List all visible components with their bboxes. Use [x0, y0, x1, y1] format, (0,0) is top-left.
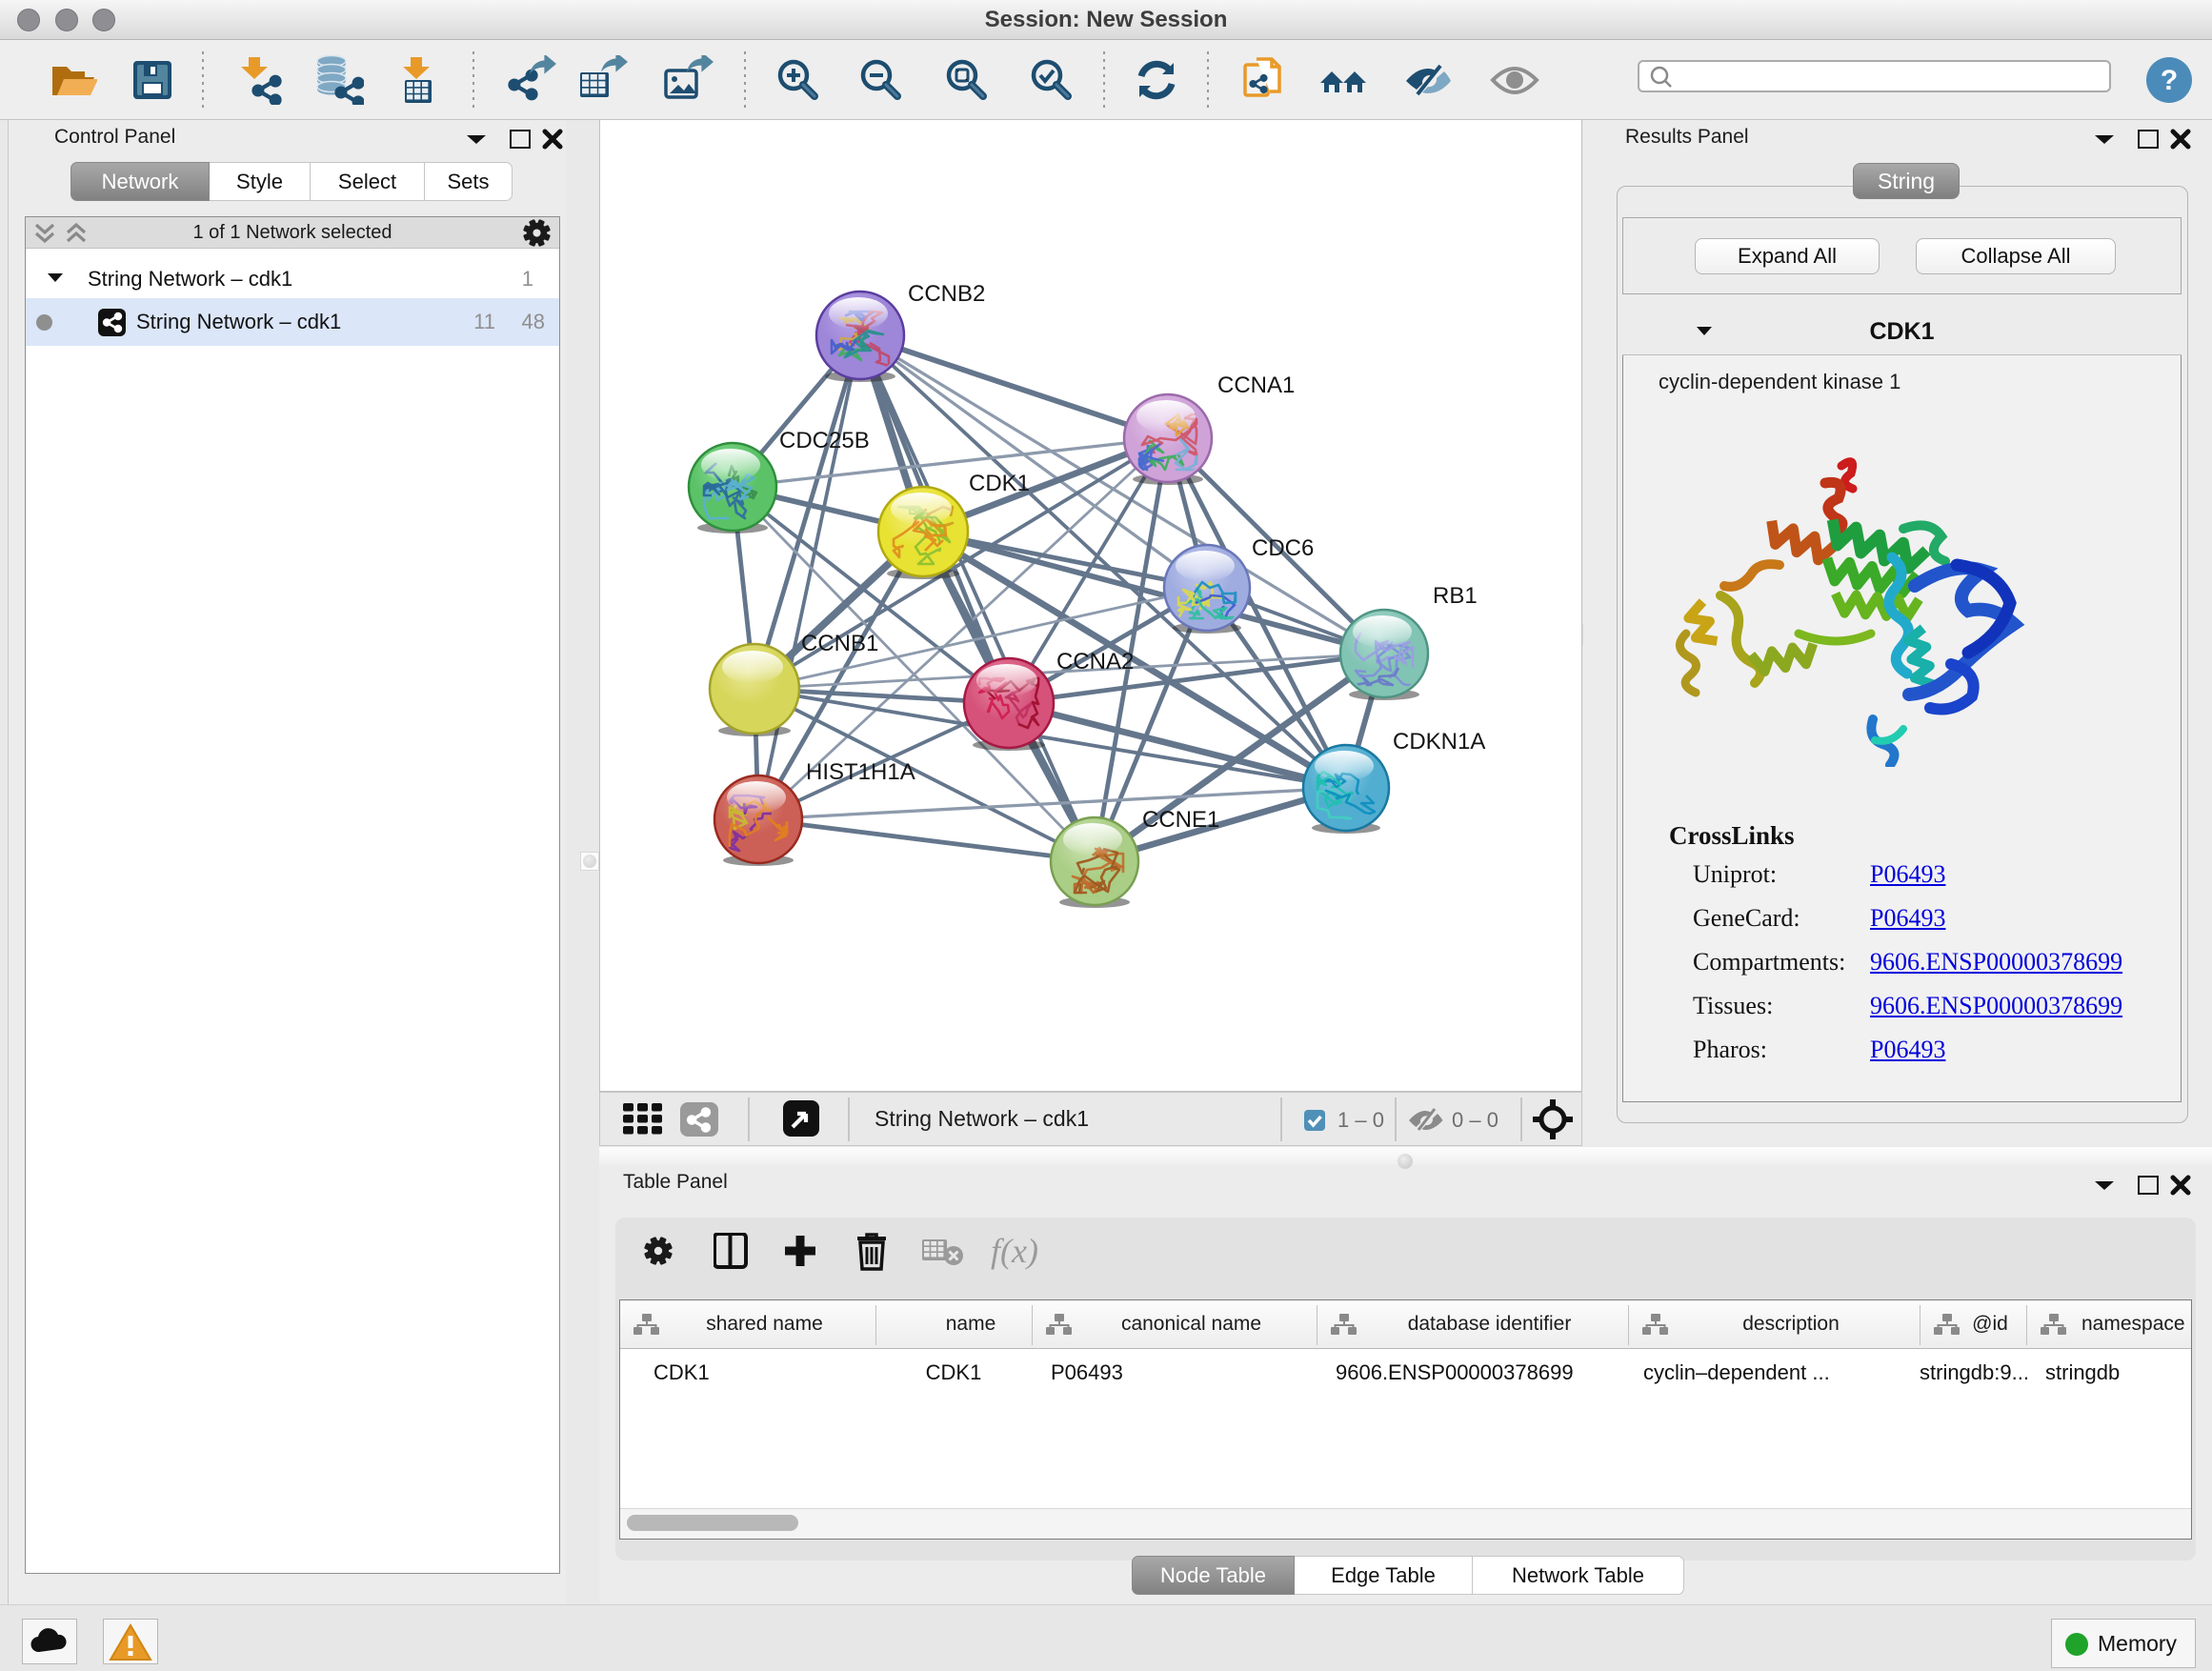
svg-text:CDKN1A: CDKN1A: [1393, 729, 1485, 755]
svg-text:CCNA1: CCNA1: [1217, 372, 1295, 398]
svg-text:CDK1: CDK1: [969, 471, 1030, 496]
svg-text:CCNA2: CCNA2: [1056, 649, 1134, 674]
svg-text:CDC25B: CDC25B: [779, 428, 870, 453]
svg-text:CCNB1: CCNB1: [801, 631, 878, 656]
svg-text:CCNE1: CCNE1: [1142, 807, 1219, 833]
svg-text:HIST1H1A: HIST1H1A: [806, 759, 915, 785]
svg-text:RB1: RB1: [1433, 583, 1478, 609]
svg-text:CDC6: CDC6: [1252, 535, 1314, 561]
svg-text:CCNB2: CCNB2: [908, 281, 985, 307]
svg-text:?: ?: [2161, 65, 2178, 96]
